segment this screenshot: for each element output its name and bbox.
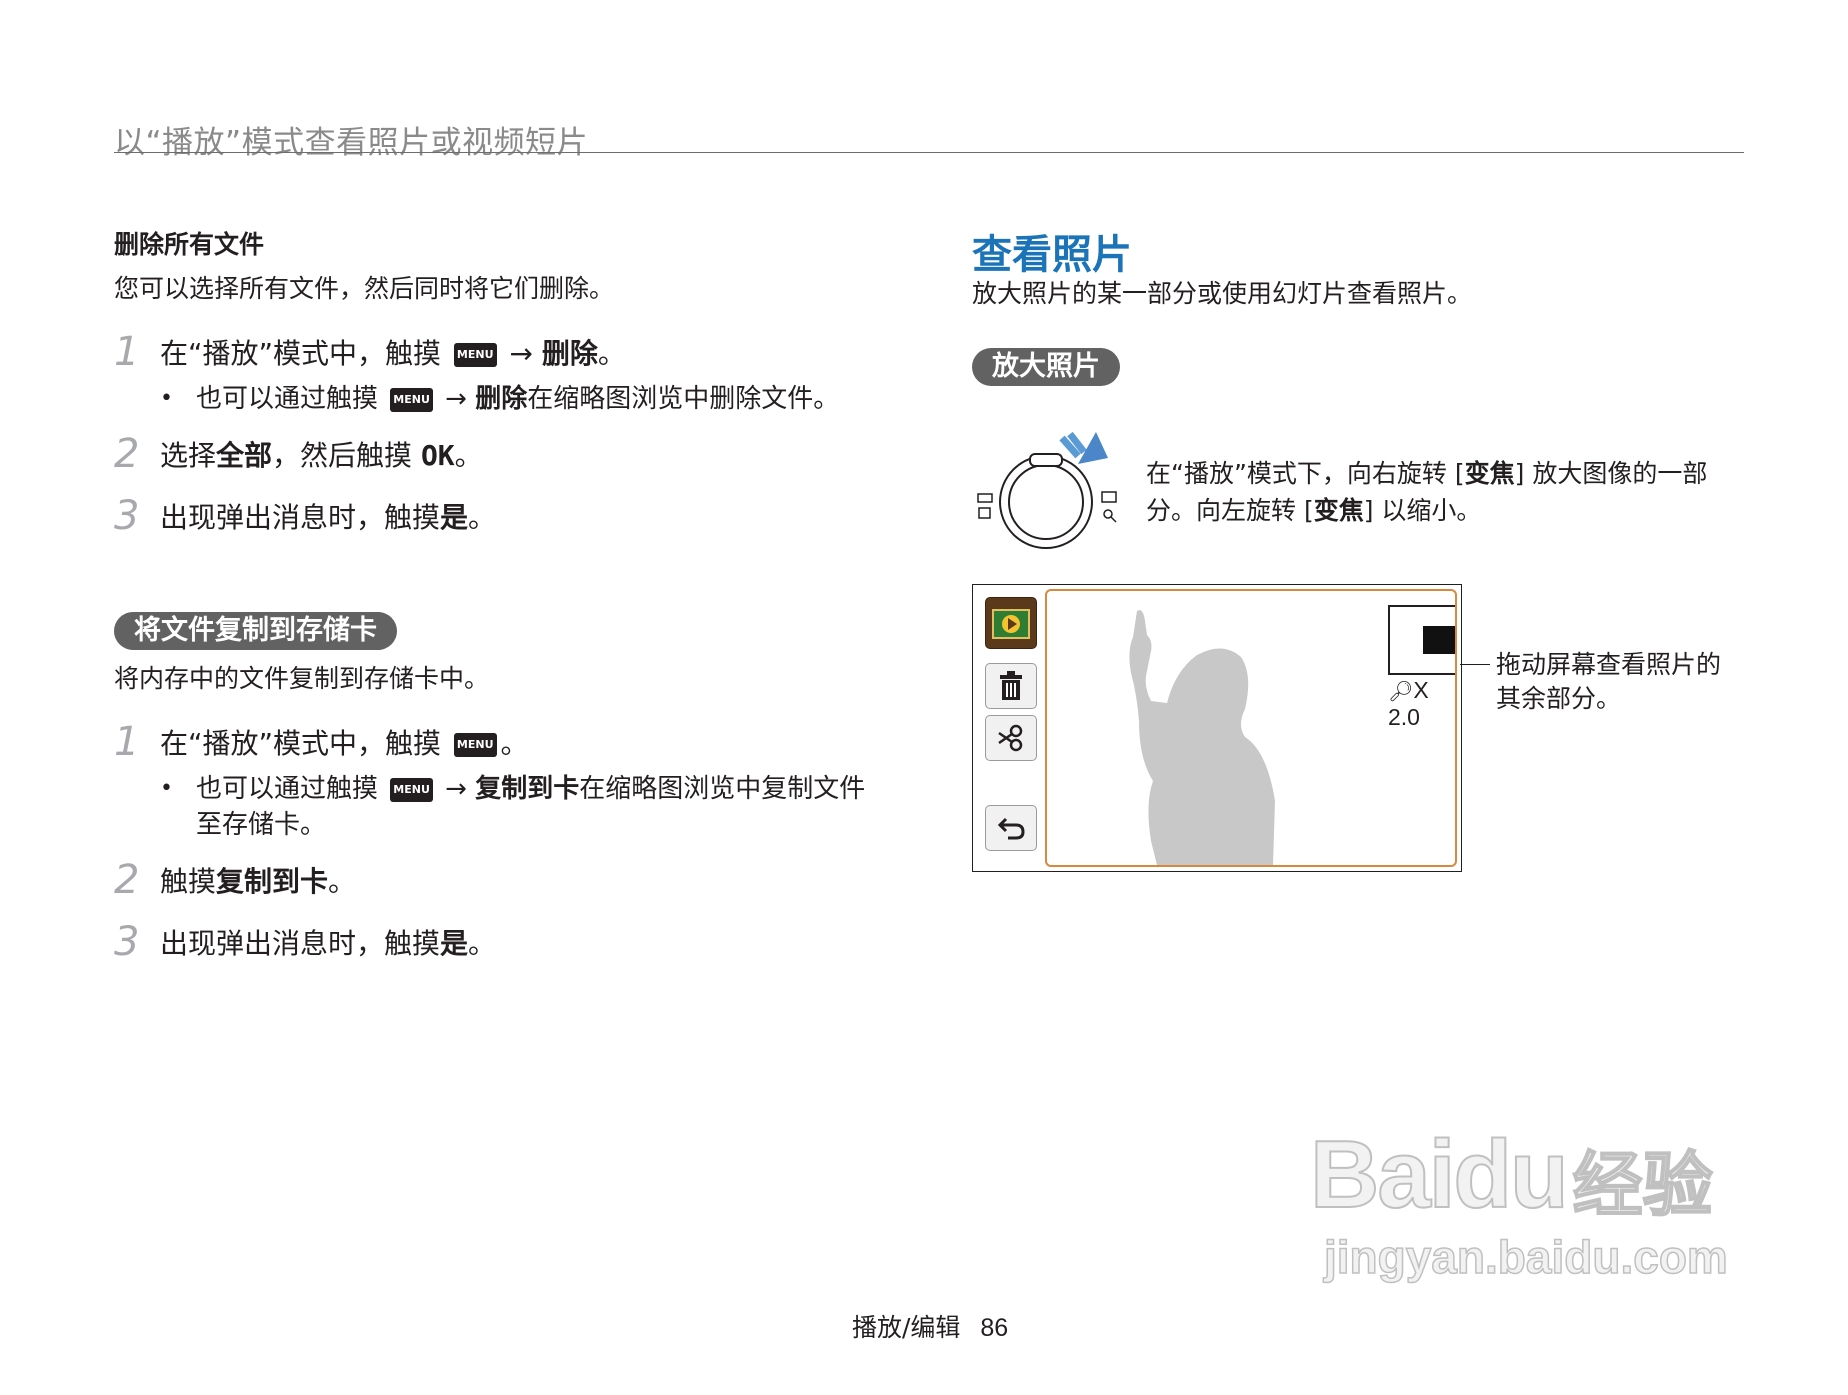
- step-number: 2: [114, 431, 140, 477]
- watermark-cn: 经验: [1572, 1143, 1714, 1227]
- edit-button[interactable]: [985, 715, 1037, 761]
- copy-section-pill: 将文件复制到存储卡: [114, 612, 397, 650]
- footer-section: 播放/编辑: [852, 1313, 961, 1342]
- step-punct: 。: [468, 927, 497, 960]
- magnifier-icon: 🔎︎: [1388, 681, 1414, 703]
- camera-screen: 🔎︎X 2.0: [972, 584, 1462, 872]
- step-bold: 删除: [541, 337, 598, 370]
- zoom-pill-wrap: 放大照片: [972, 348, 1120, 386]
- step-punct: 。: [328, 865, 357, 898]
- step-text: 出现弹出消息时，触摸: [160, 927, 441, 960]
- step-text: ，然后触摸: [272, 439, 413, 472]
- step-text: 在“播放”模式中，触摸: [160, 337, 442, 370]
- callout-text: 其余部分。: [1496, 684, 1622, 713]
- step-bold: 复制到卡: [216, 865, 329, 898]
- step-number: 3: [114, 493, 140, 539]
- zoomed-photo[interactable]: 🔎︎X 2.0: [1045, 589, 1457, 867]
- zoom-lever-icon: [977, 431, 1117, 549]
- step-text: 出现弹出消息时，触摸: [160, 501, 441, 534]
- page-footer: 播放/编辑 86: [852, 1308, 1008, 1344]
- bullet-text-end: 在缩略图浏览中复制文件: [579, 774, 866, 804]
- watermark-brand: Baidu: [1309, 1120, 1570, 1229]
- baidu-watermark: Baidu 经验 jingyan.baidu.com: [1309, 1120, 1729, 1284]
- bullet-bold: 删除: [475, 384, 528, 414]
- bullet-text-end: 在缩略图浏览中删除文件。: [527, 384, 840, 414]
- step-bold: 是: [440, 501, 469, 534]
- zoom-navigator: [1388, 605, 1455, 675]
- callout-line: [1460, 664, 1490, 665]
- trash-icon: [1000, 671, 1022, 700]
- bullet-dot: •: [160, 386, 173, 411]
- copy-step-2: 2 触摸复制到卡。: [114, 857, 357, 903]
- menu-key-icon: MENU: [390, 777, 433, 802]
- copy-section-pill-wrap: 将文件复制到存储卡: [114, 612, 397, 650]
- delete-bullet-1: • 也可以通过触摸 MENU → 删除在缩略图浏览中删除文件。: [160, 381, 839, 417]
- bullet-text: 也可以通过触摸: [196, 774, 379, 804]
- step-number: 2: [114, 857, 140, 903]
- menu-key-icon: MENU: [453, 343, 497, 367]
- scissors-icon: [998, 724, 1023, 752]
- arrow-icon: →: [509, 337, 533, 370]
- zoom-desc-bold: 变焦: [1313, 496, 1364, 525]
- watermark-url: jingyan.baidu.com: [1323, 1230, 1728, 1284]
- zoom-desc-bold: 变焦: [1464, 459, 1515, 488]
- back-arrow-icon: [997, 817, 1025, 840]
- playback-button[interactable]: [985, 597, 1037, 649]
- zoom-viewport: [1423, 626, 1455, 654]
- zoom-level-label: 🔎︎X 2.0: [1388, 677, 1455, 731]
- playback-icon: [992, 609, 1030, 639]
- menu-key-icon: MENU: [390, 387, 433, 412]
- step-text: 触摸: [160, 865, 217, 898]
- arrow-icon: →: [445, 774, 467, 804]
- screen-callout: 拖动屏幕查看照片的 其余部分。: [1496, 648, 1721, 716]
- zoom-section-pill: 放大照片: [972, 348, 1120, 386]
- step-text: 选择: [160, 439, 217, 472]
- zoom-desc-text: 分。向左旋转 [: [1146, 496, 1314, 525]
- delete-step-3: 3 出现弹出消息时，触摸是。: [114, 493, 497, 539]
- step-number: 1: [114, 329, 140, 375]
- running-header: 以“播放”模式查看照片或视频短片: [114, 125, 589, 161]
- section-intro: 放大照片的某一部分或使用幻灯片查看照片。: [972, 279, 1473, 308]
- delete-all-intro: 您可以选择所有文件，然后同时将它们删除。: [114, 274, 615, 303]
- page-number: 86: [980, 1314, 1009, 1342]
- step-punct: 。: [454, 439, 483, 472]
- delete-step-1: 1 在“播放”模式中，触摸 MENU → 删除。: [114, 329, 626, 375]
- copy-step-3: 3 出现弹出消息时，触摸是。: [114, 919, 497, 965]
- bullet-text-line2: 至存储卡。: [196, 810, 327, 840]
- zoom-desc-text: ] 放大图像的一部: [1514, 459, 1708, 488]
- header-rule: [114, 152, 1744, 153]
- copy-step-1: 1 在“播放”模式中，触摸 MENU。: [114, 719, 529, 765]
- delete-button[interactable]: [985, 663, 1037, 709]
- back-button[interactable]: [985, 805, 1037, 851]
- step-text: 在“播放”模式中，触摸: [160, 727, 442, 760]
- bullet-text: 也可以通过触摸: [196, 384, 379, 414]
- step-number: 1: [114, 719, 140, 765]
- section-title: 查看照片: [972, 232, 1132, 278]
- delete-all-heading: 删除所有文件: [114, 230, 265, 259]
- step-punct: 。: [468, 501, 497, 534]
- delete-step-2: 2 选择全部，然后触摸 OK。: [114, 431, 483, 477]
- step-number: 3: [114, 919, 140, 965]
- bullet-bold: 复制到卡: [475, 774, 580, 804]
- zoom-desc-text: ] 以缩小。: [1363, 496, 1482, 525]
- ok-key: OK: [420, 439, 455, 472]
- arrow-icon: →: [445, 384, 467, 414]
- step-punct: 。: [500, 727, 529, 760]
- zoom-description: 在“播放”模式下，向右旋转 [变焦] 放大图像的一部 分。向左旋转 [变焦] 以…: [1146, 455, 1707, 529]
- bullet-dot: •: [160, 776, 173, 801]
- step-punct: 。: [597, 337, 626, 370]
- callout-text: 拖动屏幕查看照片的: [1496, 650, 1722, 679]
- step-bold: 全部: [216, 439, 273, 472]
- step-bold: 是: [440, 927, 469, 960]
- copy-intro: 将内存中的文件复制到存储卡中。: [114, 664, 490, 693]
- zoom-desc-text: 在“播放”模式下，向右旋转 [: [1146, 459, 1465, 488]
- copy-bullet-1: • 也可以通过触摸 MENU → 复制到卡在缩略图浏览中复制文件 至存储卡。: [160, 771, 865, 843]
- menu-key-icon: MENU: [453, 733, 497, 757]
